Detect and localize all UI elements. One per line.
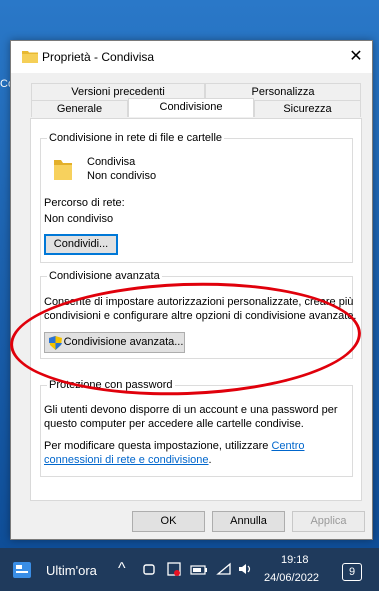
wifi-icon[interactable] xyxy=(216,562,232,576)
password-protection-line1: Gli utenti devono disporre di un account… xyxy=(44,404,338,416)
password-protection-group: Protezione con password Gli utenti devon… xyxy=(40,379,353,477)
tab-condivisione[interactable]: Condivisione xyxy=(128,98,254,117)
password-protection-group-title: Protezione con password xyxy=(47,379,175,391)
advanced-sharing-group-title: Condivisione avanzata xyxy=(47,270,162,282)
news-widget-label[interactable]: Ultim'ora xyxy=(46,563,97,578)
password-protection-line3-prefix: Per modificare questa impostazione, util… xyxy=(44,440,272,452)
advanced-sharing-button-label: Condivisione avanzata... xyxy=(63,336,184,348)
properties-dialog: Proprietà - Condivisa ✕ Versioni precede… xyxy=(10,40,373,540)
apply-button[interactable]: Applica xyxy=(292,511,365,532)
network-sharing-group: Condivisione in rete di file e cartelle … xyxy=(40,132,353,263)
folder-name: Condivisa xyxy=(87,156,136,168)
advanced-sharing-group: Condivisione avanzata Consente di impost… xyxy=(40,270,357,359)
volume-icon[interactable] xyxy=(238,562,252,576)
uac-shield-icon xyxy=(49,336,62,350)
notification-center-badge[interactable]: 9 xyxy=(342,563,362,581)
tab-generale[interactable]: Generale xyxy=(31,100,128,117)
shared-folder-icon xyxy=(54,160,72,180)
security-alert-icon[interactable] xyxy=(166,561,182,577)
desktop-icon-label-partial: Co xyxy=(0,78,15,90)
network-path-value: Non condiviso xyxy=(44,213,114,225)
folder-icon xyxy=(22,51,38,63)
tab-sicurezza[interactable]: Sicurezza xyxy=(254,100,361,117)
folder-sharing-state: Non condiviso xyxy=(87,170,157,182)
news-widget-icon[interactable] xyxy=(12,561,32,579)
network-path-label: Percorso di rete: xyxy=(44,197,125,209)
advanced-sharing-button[interactable]: Condivisione avanzata... xyxy=(44,332,185,353)
password-protection-line4: connessioni di rete e condivisione. xyxy=(44,454,212,466)
title-bar[interactable]: Proprietà - Condivisa ✕ xyxy=(11,41,372,73)
clock-date[interactable]: 24/06/2022 xyxy=(264,572,319,584)
cancel-button[interactable]: Annulla xyxy=(212,511,285,532)
network-sharing-group-title: Condivisione in rete di file e cartelle xyxy=(47,132,225,144)
network-center-link-part1[interactable]: Centro xyxy=(271,440,304,452)
battery-icon[interactable] xyxy=(190,564,208,575)
close-button[interactable]: ✕ xyxy=(344,45,368,69)
meet-now-icon[interactable] xyxy=(142,562,156,576)
password-protection-line3: Per modificare questa impostazione, util… xyxy=(44,440,304,452)
window-title: Proprietà - Condivisa xyxy=(42,50,155,64)
advanced-sharing-description-line2: condivisioni e configurare altre opzioni… xyxy=(44,310,357,322)
show-hidden-icons-chevron-icon[interactable]: ^ xyxy=(118,560,126,578)
password-protection-line2: questo computer per accedere alle cartel… xyxy=(44,418,304,430)
ok-button[interactable]: OK xyxy=(132,511,205,532)
taskbar: Ultim'ora ^ 19:18 24/06/2022 9 xyxy=(0,548,379,591)
network-center-link-part2[interactable]: connessioni di rete e condivisione xyxy=(44,454,209,466)
clock-time[interactable]: 19:18 xyxy=(281,554,309,566)
tab-panel-condivisione: Condivisione in rete di file e cartelle … xyxy=(30,118,362,501)
password-protection-line4-suffix: . xyxy=(208,454,212,466)
advanced-sharing-description-line1: Consente di impostare autorizzazioni per… xyxy=(44,296,354,308)
share-button[interactable]: Condividi... xyxy=(44,234,118,255)
